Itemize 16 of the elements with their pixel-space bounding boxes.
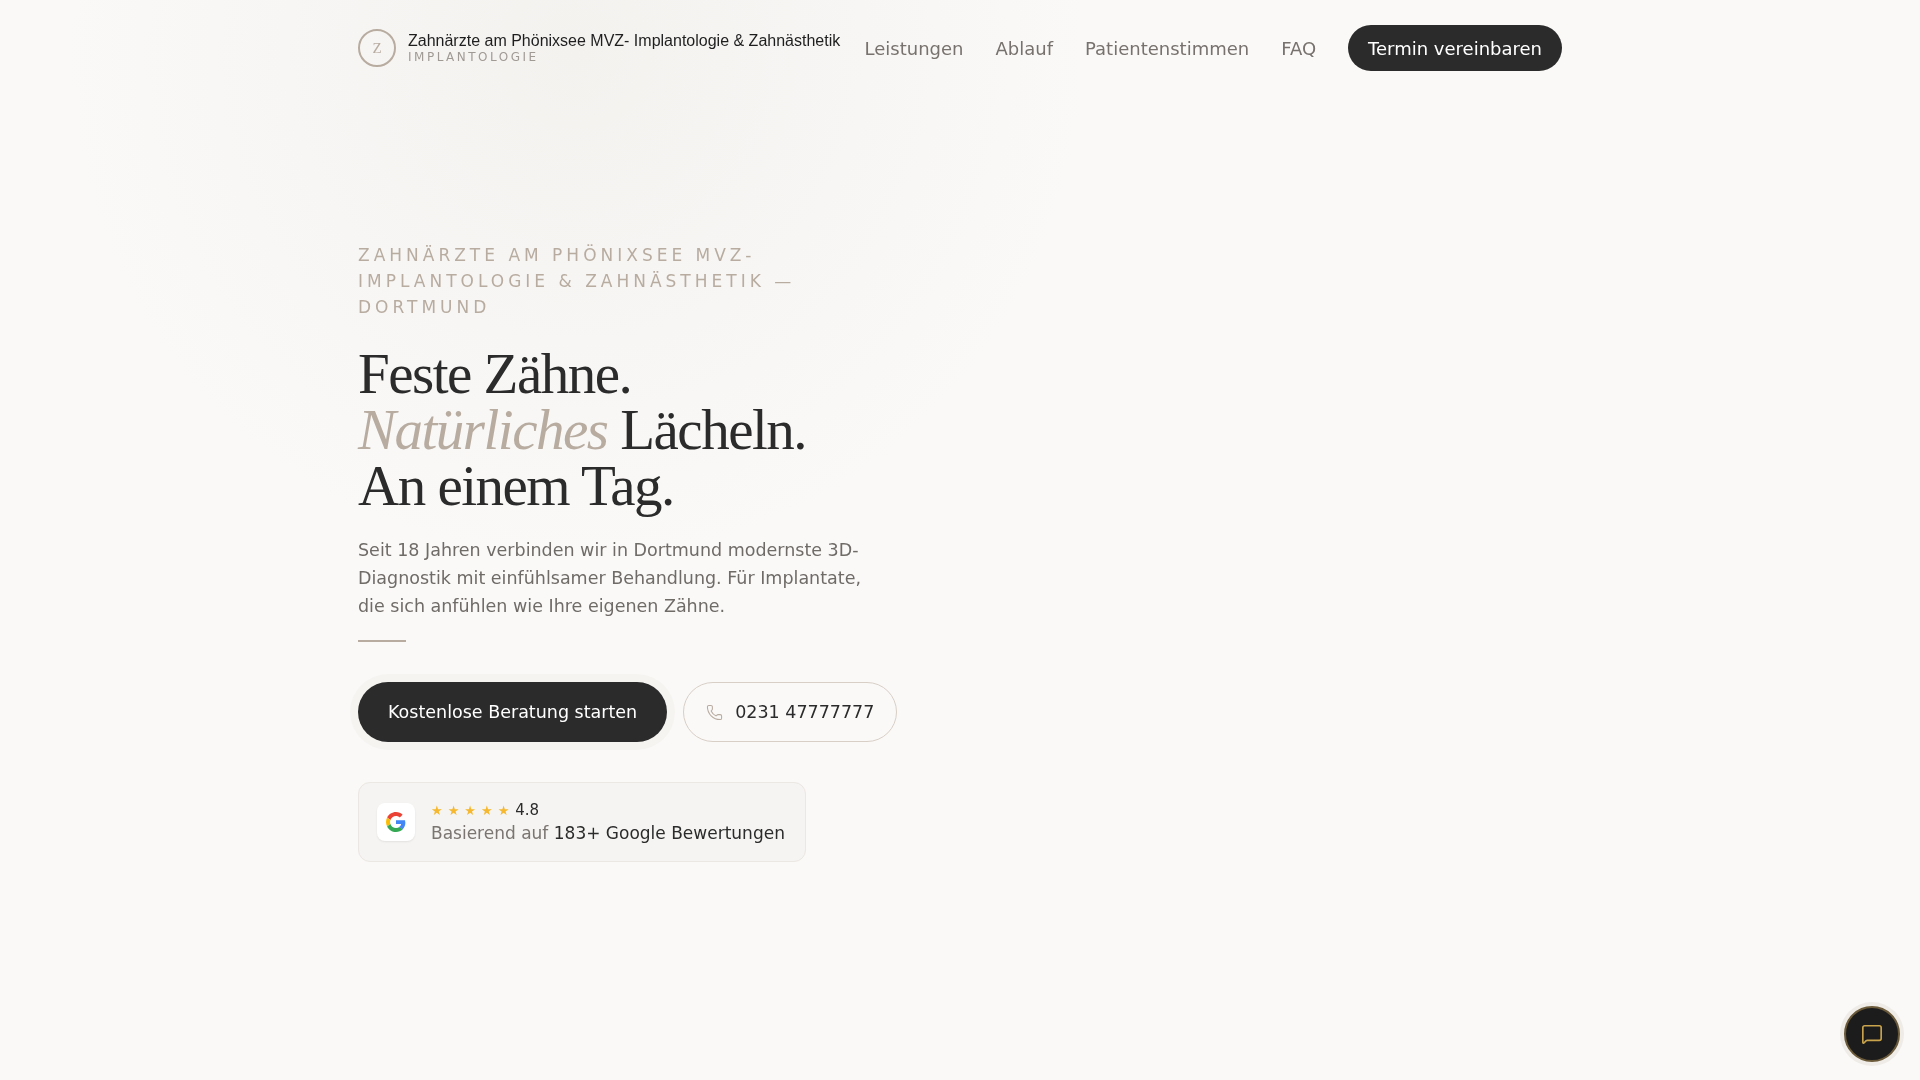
hero-description: Seit 18 Jahren verbinden wir in Dortmund modernste 3D-Diagnostik mit einfühlsamer Behandlung. Für Implantate, die sich anfühlen wie Ihre eigenen Zähne. bbox=[358, 539, 862, 618]
phone-icon bbox=[706, 703, 724, 721]
review-count-text: Basierend auf 183+ Google Bewertungen bbox=[431, 823, 785, 843]
brand-name: Zahnärzte am Phönixsee MVZ- Implantologie & Zahnästhetik bbox=[408, 32, 841, 50]
appointment-button[interactable]: Termin vereinbaren bbox=[1348, 25, 1562, 71]
chat-button[interactable] bbox=[1844, 1006, 1900, 1062]
star-rating: ★ ★ ★ ★ ★ bbox=[431, 802, 510, 818]
hero-eyebrow: ZAHNÄRZTE AM PHÖNIXSEE MVZ- IMPLANTOLOGIE & ZAHNÄSTHETIK — DORTMUND bbox=[358, 243, 797, 319]
rating-score: 4.8 bbox=[515, 801, 540, 819]
brand-tagline: IMPLANTOLOGIE bbox=[408, 50, 540, 64]
chat-icon bbox=[1861, 1023, 1883, 1045]
nav-link[interactable]: Ablauf bbox=[995, 37, 1054, 59]
nav-link[interactable]: Leistungen bbox=[864, 37, 964, 59]
nav-link[interactable]: FAQ bbox=[1281, 37, 1317, 59]
nav-link[interactable]: Patientenstimmen bbox=[1085, 37, 1250, 59]
google-logo-icon bbox=[386, 812, 406, 832]
